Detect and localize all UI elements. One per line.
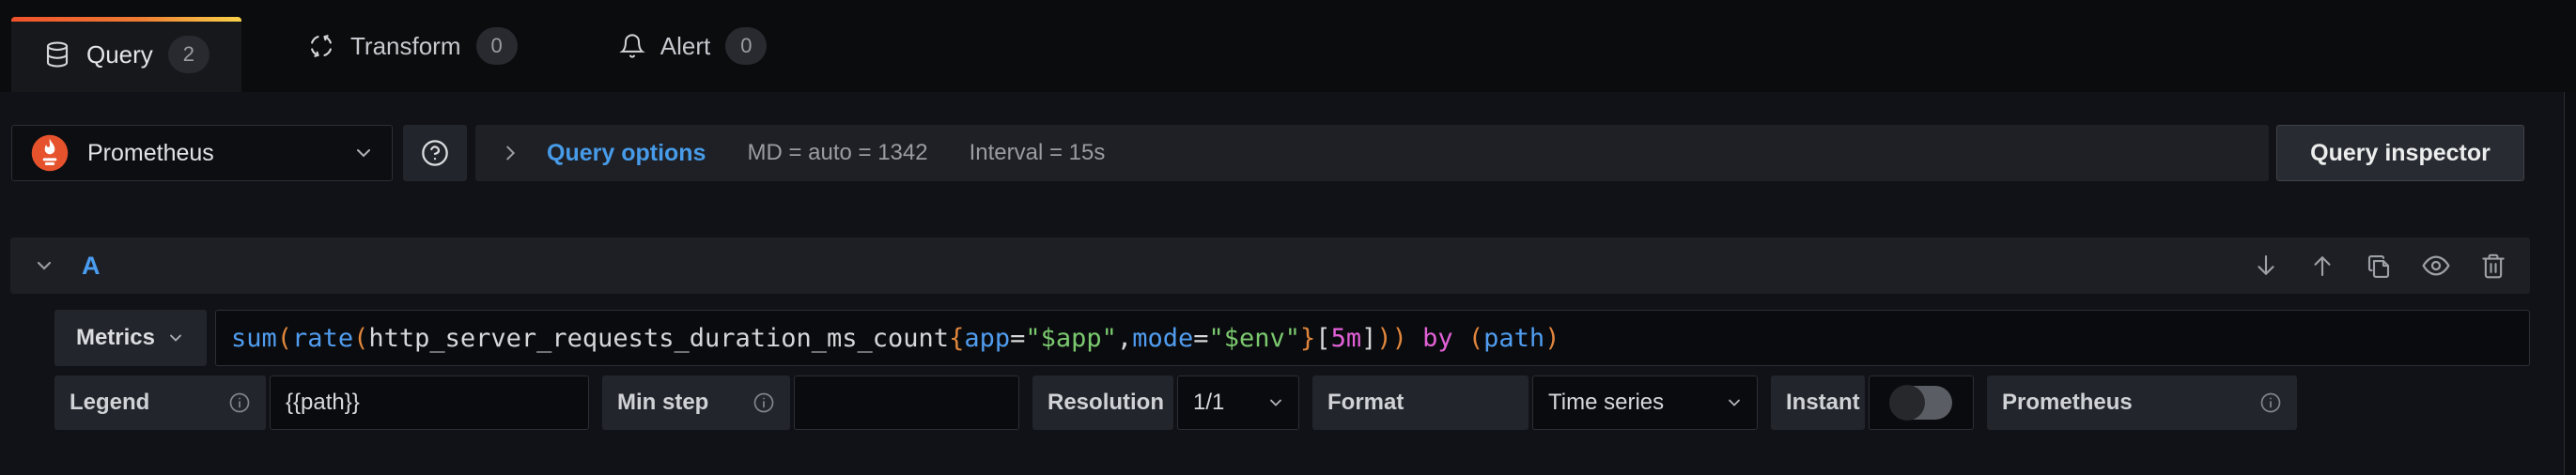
tab-query[interactable]: Query 2	[11, 17, 241, 92]
legend-label-text: Legend	[70, 390, 149, 416]
query-row-actions	[2252, 251, 2507, 281]
datasource-hint-label: Prometheus	[1987, 375, 2297, 430]
info-icon	[753, 391, 775, 414]
code-token: http_server_requests_duration_ms_count	[368, 324, 949, 353]
min-step-input[interactable]	[794, 375, 1019, 430]
code-token: app	[964, 324, 1010, 353]
code-token: sum	[231, 324, 277, 353]
tab-alert-label: Alert	[660, 32, 710, 61]
code-token: ))	[1376, 324, 1407, 353]
resolution-label: Resolution	[1032, 375, 1173, 430]
info-icon	[2259, 391, 2282, 414]
query-mode-dropdown[interactable]: Metrics	[54, 310, 207, 366]
datasource-hint-text: Prometheus	[2002, 390, 2133, 416]
format-label-text: Format	[1327, 390, 1404, 416]
datasource-help-button[interactable]	[403, 125, 467, 181]
resolution-label-text: Resolution	[1047, 390, 1164, 416]
code-token: =	[1193, 324, 1208, 353]
resolution-select[interactable]: 1/1	[1177, 375, 1299, 430]
query-mode-label: Metrics	[76, 325, 155, 351]
query-inspector-button[interactable]: Query inspector	[2276, 125, 2524, 181]
code-token: {	[949, 324, 964, 353]
query-options-bar[interactable]: Query options MD = auto = 1342 Interval …	[475, 125, 2269, 181]
code-token: by	[1407, 324, 1468, 353]
code-token: rate	[292, 324, 353, 353]
delete-trash-icon[interactable]	[2479, 252, 2507, 280]
database-icon	[43, 40, 71, 69]
tab-alert-count-badge: 0	[725, 27, 767, 65]
code-token: (	[353, 324, 368, 353]
instant-toggle[interactable]	[1869, 375, 1974, 430]
prometheus-flame-icon	[29, 132, 70, 174]
interval-value: Interval = 15s	[970, 140, 1106, 166]
tab-transform-count-badge: 0	[476, 27, 518, 65]
query-ref-id: A	[82, 252, 101, 281]
format-label: Format	[1312, 375, 1529, 430]
query-row-header[interactable]: A	[10, 238, 2530, 294]
query-options-label: Query options	[547, 140, 706, 167]
tab-query-count-badge: 2	[168, 36, 209, 73]
info-icon	[228, 391, 251, 414]
chevron-right-icon	[500, 143, 520, 163]
chevron-down-icon	[1266, 393, 1285, 412]
collapse-chevron-down-icon[interactable]	[33, 254, 55, 277]
code-token: "$app"	[1025, 324, 1117, 353]
instant-label-text: Instant	[1786, 390, 1860, 416]
editor-tab-bar: Query 2 Transform 0 Alert 0	[0, 0, 2576, 92]
code-token: }	[1300, 324, 1315, 353]
hide-eye-icon[interactable]	[2421, 251, 2451, 281]
format-value: Time series	[1548, 390, 1664, 416]
promql-code-line: sum(rate(http_server_requests_duration_m…	[231, 324, 1560, 353]
min-step-label-text: Min step	[617, 390, 708, 416]
code-token: )	[1544, 324, 1560, 353]
transform-icon	[307, 32, 335, 60]
panel-right-gutter	[2565, 92, 2576, 475]
promql-expression-input[interactable]: sum(rate(http_server_requests_duration_m…	[215, 310, 2530, 366]
max-data-points-value: MD = auto = 1342	[747, 140, 927, 166]
chevron-down-icon	[352, 142, 375, 164]
code-token: =	[1010, 324, 1025, 353]
tab-transform-label: Transform	[350, 32, 461, 61]
duplicate-icon[interactable]	[2365, 252, 2393, 280]
code-token: "$env"	[1208, 324, 1300, 353]
move-up-icon[interactable]	[2308, 252, 2336, 280]
chevron-down-icon	[1725, 393, 1744, 412]
toggle-knob	[1889, 385, 1925, 421]
code-token: path	[1483, 324, 1544, 353]
legend-input[interactable]	[270, 375, 589, 430]
move-down-icon[interactable]	[2252, 252, 2280, 280]
bell-icon	[619, 33, 645, 59]
tab-alert[interactable]: Alert 0	[583, 0, 803, 92]
toggle-track	[1890, 386, 1952, 420]
tab-transform[interactable]: Transform 0	[272, 0, 553, 92]
instant-label: Instant	[1771, 375, 1865, 430]
code-token: (	[1468, 324, 1483, 353]
query-editor-panel: Query 2 Transform 0 Alert 0 Prometheus	[0, 0, 2576, 475]
query-inspector-label: Query inspector	[2310, 140, 2491, 167]
code-token: [	[1315, 324, 1330, 353]
datasource-picker[interactable]: Prometheus	[11, 125, 393, 181]
code-token: ]	[1361, 324, 1376, 353]
tab-query-label: Query	[86, 40, 153, 69]
code-token: 5m	[1331, 324, 1362, 353]
min-step-label: Min step	[602, 375, 790, 430]
resolution-value: 1/1	[1193, 390, 1224, 416]
legend-label: Legend	[54, 375, 266, 430]
code-token: (	[277, 324, 292, 353]
code-token: mode	[1132, 324, 1193, 353]
datasource-name: Prometheus	[87, 140, 352, 167]
chevron-down-icon	[166, 329, 185, 347]
code-token: ,	[1117, 324, 1132, 353]
query-options-row: Legend Min step Resolution 1/1 Format Ti…	[54, 375, 2297, 430]
format-select[interactable]: Time series	[1532, 375, 1758, 430]
help-circle-icon	[420, 138, 450, 168]
